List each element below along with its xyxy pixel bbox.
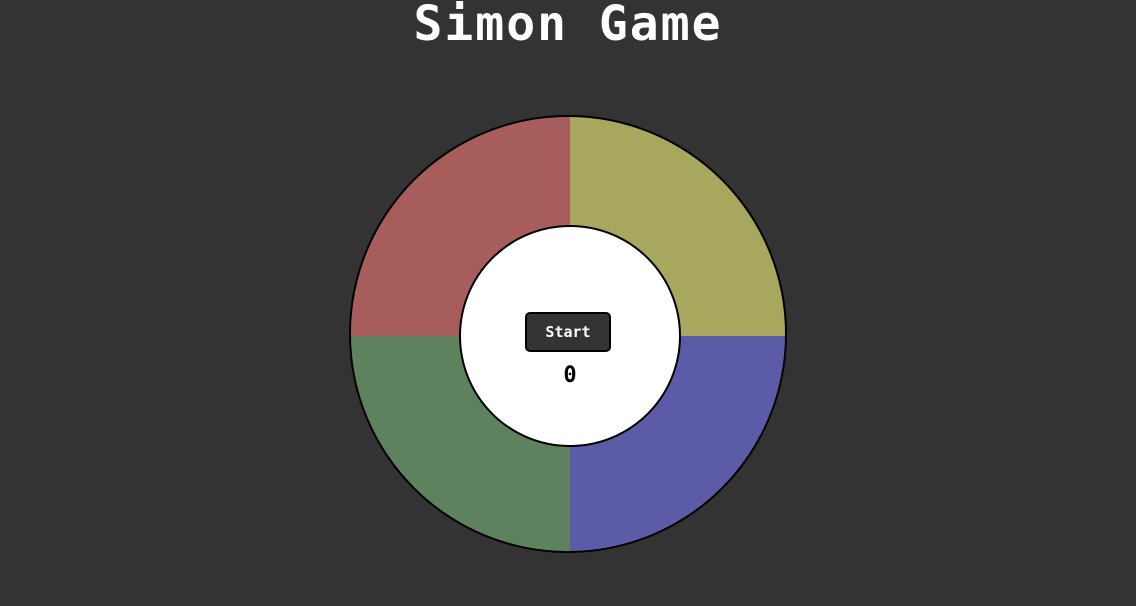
game-title: Simon Game <box>413 0 723 52</box>
start-button[interactable]: Start <box>525 312 611 352</box>
score-counter: 0 <box>563 363 577 388</box>
